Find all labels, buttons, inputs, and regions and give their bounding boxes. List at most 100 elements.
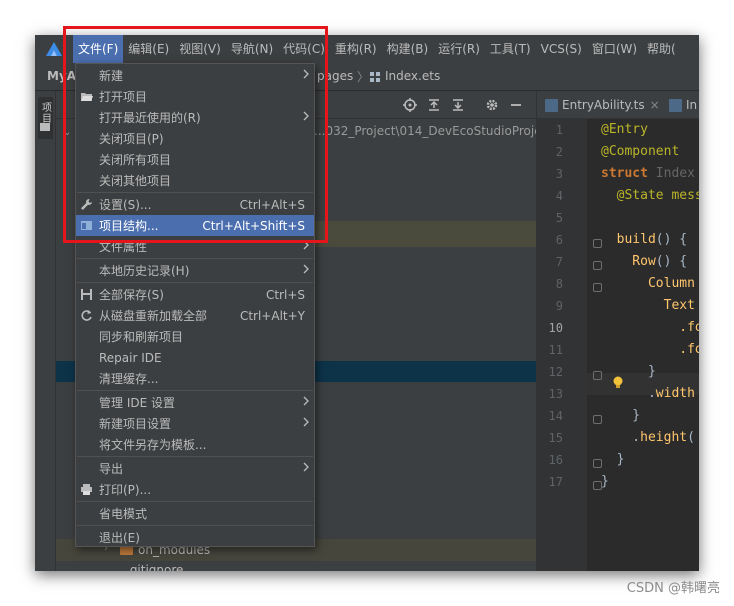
code-line[interactable]: build() { [601,232,687,247]
ets-file-icon [669,98,682,112]
code-text: . [601,386,656,401]
menu-item-save-all[interactable]: 全部保存(S) Ctrl+S [76,284,314,305]
annotation-highlight-box [63,26,328,243]
menu-item-label: 管理 IDE 设置 [99,396,175,410]
menu-item-save-as-template[interactable]: 将文件另存为模板... [76,434,314,455]
line-number: 17 [548,475,563,489]
code-line[interactable]: } [601,408,640,423]
menu-item-sync-refresh[interactable]: 同步和刷新项目 [76,326,314,347]
menu-item-label: 将文件另存为模板... [99,438,207,452]
tool-window-strip: 项目 [35,91,56,571]
menu-item-power-save-mode[interactable]: 省电模式 [76,503,314,524]
tree-item-gitignore[interactable]: .gitignore [126,563,183,571]
code-text: () { [655,232,688,247]
line-number: 11 [548,343,563,357]
menu-separator [77,501,313,502]
code-line[interactable]: } [601,452,625,467]
code-editor: EntryAbility.ts × In 1 2 3 4 5 6 7 8 9 1… [536,91,699,571]
submenu-arrow-icon [303,462,309,472]
menu-item-label: Repair IDE [99,350,162,365]
menu-shortcut: Ctrl+Alt+Y [239,308,305,323]
line-number: 14 [548,409,563,423]
save-icon [81,289,92,300]
line-number-current: 10 [548,321,563,335]
code-line[interactable]: } [601,364,656,379]
menu-separator [77,282,313,283]
tab-entryability[interactable]: EntryAbility.ts × [545,91,660,119]
menu-run[interactable]: 运行(R) [433,35,485,63]
code-function: width [655,386,695,401]
code-identifier: Index [647,166,695,181]
code-line[interactable]: struct Index [601,166,695,181]
menu-item-label: 打印(P)... [99,483,152,497]
code-line[interactable]: .fo [601,320,699,335]
gear-icon[interactable] [484,97,500,113]
reload-icon [81,310,92,321]
menu-tools[interactable]: 工具(T) [485,35,536,63]
menu-item-print[interactable]: 打印(P)... [76,479,314,500]
menu-item-repair-ide[interactable]: Repair IDE [76,347,314,368]
menu-separator [77,258,313,259]
project-tool-button[interactable]: 项目 [38,97,53,139]
close-icon[interactable]: × [650,98,660,112]
code-line[interactable]: Row() { [601,254,687,269]
line-number: 7 [555,255,563,269]
menu-item-label: 省电模式 [99,507,148,521]
tab-label: In [686,98,698,112]
line-number: 8 [555,277,563,291]
code-line[interactable]: @Component [601,144,679,159]
menu-separator [77,390,313,391]
menu-item-manage-ide-settings[interactable]: 管理 IDE 设置 [76,392,314,413]
folder-icon [40,123,50,131]
menu-item-invalidate-caches[interactable]: 清理缓存... [76,368,314,389]
menu-vcs[interactable]: VCS(S) [536,35,587,63]
code-function: height [640,430,688,445]
tab-label: EntryAbility.ts [562,98,645,112]
watermark: CSDN @韩曙亮 [626,581,720,596]
tree-row-highlight [315,221,536,247]
code-function: Row [601,254,656,269]
code-line[interactable]: Column [601,276,695,291]
submenu-arrow-icon [303,396,309,406]
line-number: 2 [555,145,563,159]
collapse-all-icon[interactable] [450,97,466,113]
code-line[interactable]: } [601,474,609,489]
code-function: Column [601,276,695,291]
expand-all-icon[interactable] [426,97,442,113]
line-number: 6 [555,233,563,247]
line-number: 16 [548,453,563,467]
menu-item-label: 本地历史记录(H) [99,264,190,278]
editor-tab-bar: EntryAbility.ts × In [537,91,699,119]
menu-item-export[interactable]: 导出 [76,458,314,479]
menu-item-local-history[interactable]: 本地历史记录(H) [76,260,314,281]
code-line[interactable]: .height( [601,430,695,445]
project-tool-label: 项目 [42,103,52,125]
menu-window[interactable]: 窗口(W) [587,35,642,63]
menu-refactor[interactable]: 重构(R) [330,35,382,63]
code-keyword: struct [601,166,648,181]
locate-icon[interactable] [402,97,418,113]
code-line[interactable]: Text [601,298,695,313]
code-text: () { [655,254,688,269]
code-line[interactable]: .fo [601,342,699,357]
breadcrumb-file[interactable]: Index.ets [385,69,440,83]
menu-help[interactable]: 帮助( [642,35,681,63]
line-number: 1 [555,123,563,137]
code-text: ( [687,430,695,445]
menu-build[interactable]: 构建(B) [382,35,434,63]
menu-item-label: 全部保存(S) [99,288,164,302]
menu-item-label: 退出(E) [99,531,140,545]
menu-item-new-project-settings[interactable]: 新建项目设置 [76,413,314,434]
line-number: 4 [555,189,563,203]
tab-index[interactable]: In [669,91,697,119]
line-number: 15 [548,431,563,445]
hide-panel-icon[interactable] [508,97,524,113]
menu-separator [77,525,313,526]
line-number: 9 [555,299,563,313]
print-icon [81,484,92,495]
code-line[interactable]: @State mess [601,188,699,203]
menu-item-reload-from-disk[interactable]: 从磁盘重新加载全部 Ctrl+Alt+Y [76,305,314,326]
menu-item-exit[interactable]: 退出(E) [76,527,314,548]
code-line[interactable]: @Entry [601,122,648,137]
code-line[interactable]: .width [601,386,695,401]
